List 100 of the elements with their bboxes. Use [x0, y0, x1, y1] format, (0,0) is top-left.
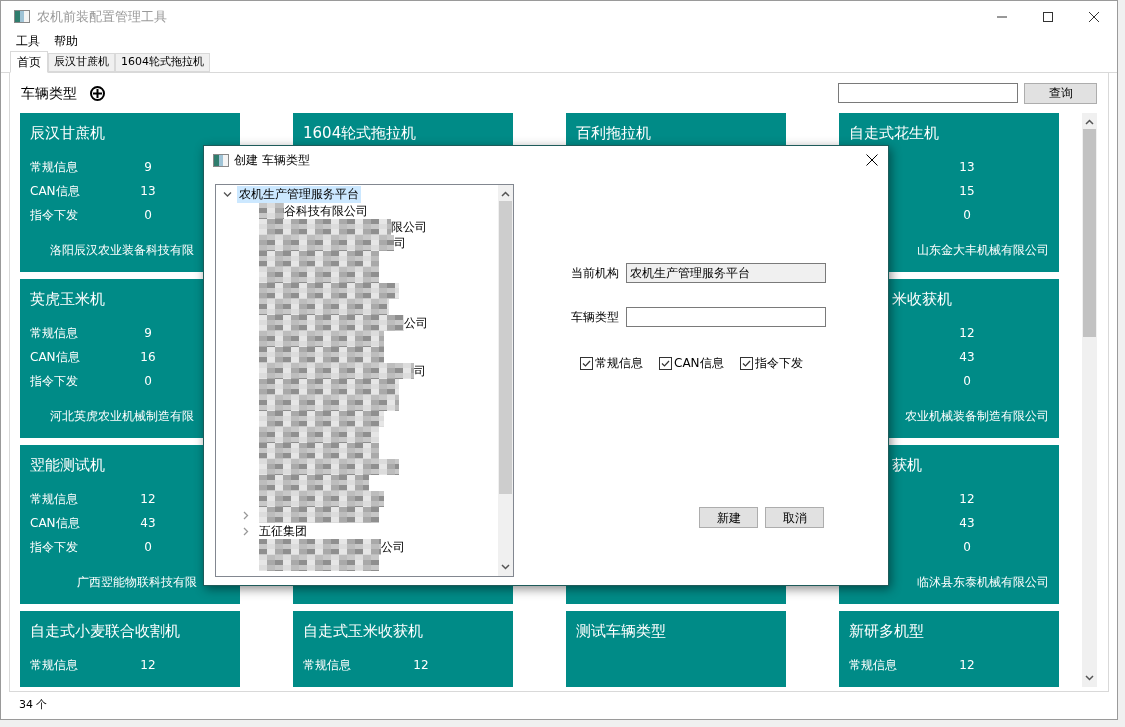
scroll-up-icon[interactable]	[501, 191, 510, 197]
company-name: 农业机械装备制造有限公司	[905, 408, 1049, 425]
stat-value: 0	[962, 373, 972, 390]
card-title: 辰汉甘蔗机	[29, 123, 106, 143]
stat-value: 0	[962, 539, 972, 556]
tree-item[interactable]: 司	[394, 235, 406, 251]
vehicle-card[interactable]: 测试车辆类型	[566, 611, 786, 687]
company-name: 洛阳辰汉农业装备科技有限	[50, 242, 194, 259]
stat-value: 16	[139, 349, 157, 366]
dialog-button[interactable]: 取消	[765, 507, 824, 528]
status-text: 34 个	[19, 696, 48, 713]
stat-label: CAN信息	[30, 350, 80, 364]
dialog-button[interactable]: 新建	[699, 507, 758, 528]
app-icon	[213, 153, 229, 167]
search-button[interactable]: 查询	[1024, 82, 1097, 104]
stat-label: CAN信息	[30, 516, 80, 530]
scrollbar[interactable]	[498, 185, 513, 576]
stat-value: 13	[139, 183, 157, 200]
company-name: 广西翌能物联科技有限	[77, 574, 197, 591]
stat-value: 12	[412, 657, 430, 674]
stat-value: 15	[958, 183, 976, 200]
close-icon[interactable]	[866, 154, 878, 166]
collapse-caret-icon[interactable]	[241, 510, 250, 520]
tree-item[interactable]: 限公司	[391, 219, 427, 235]
collapse-caret-icon[interactable]	[241, 526, 250, 536]
tree-view[interactable]: 农机生产管理服务平台 谷科技有限公司 限公司 司 公司 司 五征集团 公司	[215, 184, 514, 577]
menu-item[interactable]: 帮助	[54, 32, 78, 50]
section-title: 车辆类型	[21, 83, 77, 103]
checkmark-icon	[741, 358, 751, 368]
tab[interactable]: 1604轮式拖拉机	[115, 53, 210, 72]
stat-value: 0	[143, 373, 153, 390]
search-field[interactable]	[838, 83, 1018, 103]
stat-value: 0	[143, 207, 153, 224]
vehicle-card[interactable]: 自走式玉米收获机 常规信息 12	[293, 611, 513, 687]
vehicle-card[interactable]: 新研多机型 常规信息 12	[839, 611, 1059, 687]
stat-value: 12	[139, 491, 157, 508]
input-field[interactable]: 农机生产管理服务平台	[626, 263, 826, 283]
add-icon[interactable]	[90, 85, 105, 101]
stat-value: 12	[958, 657, 976, 674]
tree-item[interactable]: 五征集团	[259, 523, 307, 539]
stat-label: 常规信息	[30, 326, 78, 340]
stat-label: 常规信息	[30, 160, 78, 174]
checkmark-icon	[582, 358, 591, 368]
input-field[interactable]	[626, 307, 826, 327]
tree-item[interactable]: 谷科技有限公司	[284, 203, 368, 219]
checkbox[interactable]: 指令下发	[739, 354, 803, 372]
stat-value: 12	[139, 657, 157, 674]
company-name: 山东金大丰机械有限公司	[917, 242, 1049, 259]
card-title: 测试车辆类型	[575, 621, 667, 641]
app-icon	[14, 10, 30, 23]
scroll-up-icon[interactable]	[1085, 119, 1095, 125]
tab[interactable]: 辰汉甘蔗机	[48, 53, 115, 72]
card-title: 英虎玉米机	[29, 289, 106, 309]
stat-value: 43	[139, 515, 157, 532]
stat-label: 指令下发	[30, 374, 78, 388]
stat-value: 12	[958, 491, 976, 508]
card-title: 新研多机型	[848, 621, 925, 641]
card-title: 获机	[891, 455, 923, 475]
tree-item[interactable]: 公司	[381, 539, 405, 555]
stat-value: 9	[143, 325, 153, 342]
checkbox[interactable]: 常规信息	[580, 354, 643, 372]
tree-item[interactable]: 公司	[404, 315, 428, 331]
stat-value: 43	[958, 349, 976, 366]
stat-value: 0	[962, 207, 972, 224]
stat-label: 常规信息	[303, 658, 351, 672]
stat-value: 0	[143, 539, 153, 556]
company-name: 河北英虎农业机械制造有限	[50, 408, 194, 425]
stat-value: 13	[958, 159, 976, 176]
stat-label: 常规信息	[30, 492, 78, 506]
stat-value: 12	[958, 325, 976, 342]
card-title: 百利拖拉机	[575, 123, 652, 143]
field-label: 车辆类型	[571, 309, 620, 326]
card-title: 自走式花生机	[848, 123, 940, 143]
window-title: 农机前装配置管理工具	[37, 7, 167, 26]
scrollbar[interactable]	[1082, 113, 1097, 687]
checkbox[interactable]: CAN信息	[659, 354, 724, 372]
stat-label: 常规信息	[849, 658, 897, 672]
stat-label: 指令下发	[30, 540, 78, 554]
card-title: 1604轮式拖拉机	[302, 123, 418, 143]
field-label: 当前机构	[571, 265, 620, 282]
stat-label: 常规信息	[30, 658, 78, 672]
stat-value: 43	[958, 515, 976, 532]
tree-item[interactable]: 司	[414, 363, 426, 379]
card-title: 翌能测试机	[29, 455, 106, 475]
card-title: 米收获机	[891, 289, 953, 309]
scroll-down-icon[interactable]	[1085, 675, 1095, 681]
menu-item[interactable]: 工具	[16, 32, 40, 50]
stat-value: 9	[143, 159, 153, 176]
stat-label: 指令下发	[30, 208, 78, 222]
tree-item[interactable]: 农机生产管理服务平台	[237, 186, 361, 203]
checkmark-icon	[661, 358, 670, 368]
stat-label: CAN信息	[30, 184, 80, 198]
card-title: 自走式玉米收获机	[302, 621, 424, 641]
close-icon[interactable]	[1089, 11, 1099, 22]
expand-caret-icon[interactable]	[223, 190, 232, 199]
maximize-icon[interactable]	[1043, 11, 1053, 22]
vehicle-card[interactable]: 自走式小麦联合收割机 常规信息 12	[20, 611, 240, 687]
card-title: 自走式小麦联合收割机	[29, 621, 181, 641]
scroll-down-icon[interactable]	[501, 564, 510, 570]
tab[interactable]: 首页	[10, 51, 48, 73]
